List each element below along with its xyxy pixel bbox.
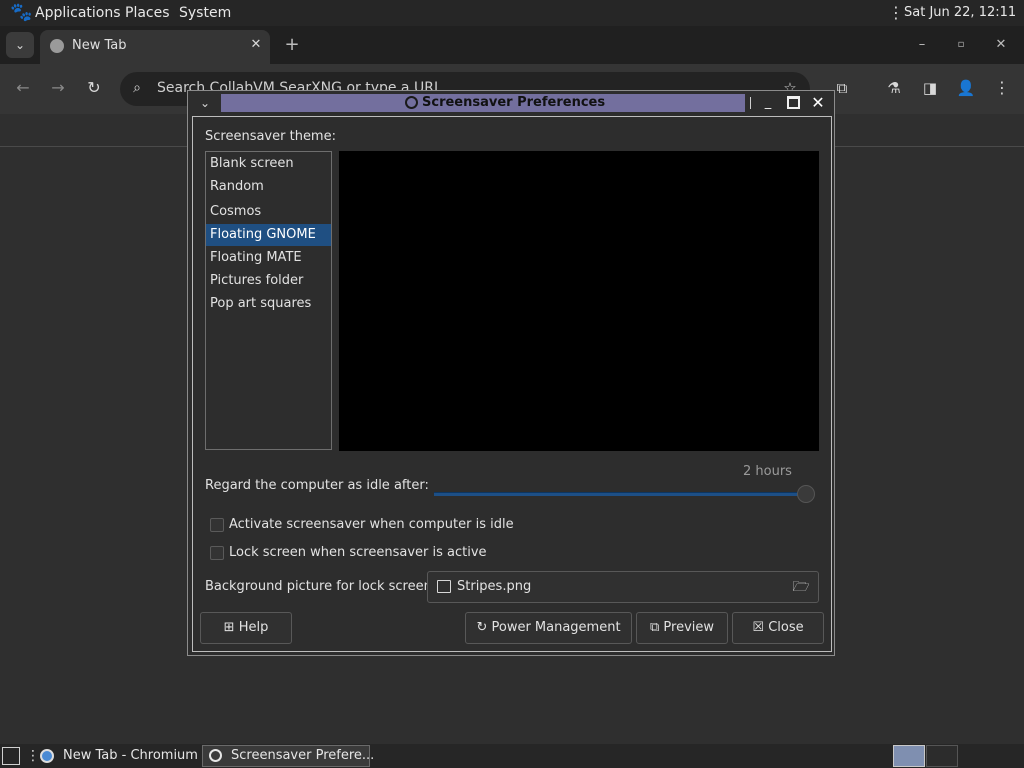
theme-item-floating-mate[interactable]: Floating MATE: [206, 247, 331, 269]
side-panel-icon[interactable]: ◨: [920, 78, 940, 98]
reload-icon[interactable]: ↻: [83, 78, 105, 98]
power-management-button[interactable]: ↻ Power Management: [465, 612, 632, 644]
dialog-minimize-icon[interactable]: _: [760, 94, 776, 112]
dialog-close-icon[interactable]: ✕: [809, 93, 827, 113]
gnome-foot-icon[interactable]: 🐾: [10, 2, 32, 24]
idle-slider-thumb[interactable]: [797, 485, 815, 503]
power-icon: ↻: [476, 620, 488, 635]
theme-item-pictures-folder[interactable]: Pictures folder: [206, 270, 331, 292]
theme-item-pop-art-squares[interactable]: Pop art squares: [206, 293, 331, 315]
help-button-label: Help: [238, 620, 269, 635]
theme-item-floating-gnome[interactable]: Floating GNOME: [206, 224, 331, 246]
workspace-switcher-2[interactable]: [926, 745, 958, 767]
idle-value: 2 hours: [743, 464, 792, 479]
image-file-icon: [437, 580, 451, 593]
bg-picture-label: Background picture for lock screen:: [205, 579, 437, 594]
preview-icon: ⧉: [649, 620, 660, 635]
lock-checkbox[interactable]: [210, 546, 224, 560]
titlebar-separator: [750, 97, 751, 109]
extensions-icon[interactable]: ⧉: [832, 78, 852, 98]
chromium-icon: [40, 749, 54, 763]
system-menu[interactable]: System: [179, 0, 231, 26]
close-x-icon: ☒: [752, 620, 765, 635]
preview-button-label: Preview: [663, 620, 715, 635]
lock-label[interactable]: Lock screen when screensaver is active: [229, 545, 487, 560]
chevron-down-icon: ⌄: [14, 38, 26, 52]
workspace-switcher[interactable]: [893, 745, 925, 767]
power-button-label: Power Management: [491, 620, 621, 635]
globe-icon: [50, 39, 64, 53]
dialog-title-icon: [405, 96, 418, 109]
activate-checkbox[interactable]: [210, 518, 224, 532]
close-tab-icon[interactable]: ✕: [248, 36, 264, 54]
maximize-icon[interactable]: ▫: [951, 36, 971, 54]
theme-label: Screensaver theme:: [205, 129, 336, 144]
screensaver-task-icon: [209, 749, 222, 762]
kebab-menu-icon[interactable]: ⋮: [888, 2, 904, 24]
theme-item-blank-screen[interactable]: Blank screen: [206, 153, 331, 175]
search-icon: ⌕: [133, 80, 141, 96]
new-tab-icon[interactable]: +: [282, 34, 302, 56]
browser-menu-icon[interactable]: ⋮: [992, 78, 1012, 98]
theme-item-cosmos[interactable]: Cosmos: [206, 201, 331, 223]
theme-item-random[interactable]: Random: [206, 176, 331, 198]
help-icon: ⊞: [223, 620, 235, 635]
applications-menu[interactable]: Applications: [35, 0, 121, 26]
idle-slider-track[interactable]: [434, 492, 806, 496]
close-button-label: Close: [768, 620, 804, 635]
close-button[interactable]: ☒ Close: [732, 612, 824, 644]
profile-icon[interactable]: 👤: [956, 78, 976, 98]
preview-button[interactable]: ⧉ Preview: [636, 612, 728, 644]
idle-label: Regard the computer as idle after:: [205, 478, 429, 493]
close-window-icon[interactable]: ✕: [991, 36, 1011, 54]
back-icon[interactable]: ←: [12, 78, 34, 98]
dialog-title: Screensaver Preferences: [422, 95, 606, 110]
dialog-maximize-icon[interactable]: [787, 96, 800, 109]
activate-label[interactable]: Activate screensaver when computer is id…: [229, 517, 514, 532]
tab-title: New Tab: [72, 38, 127, 53]
show-desktop-icon[interactable]: [2, 747, 20, 765]
labs-flask-icon[interactable]: ⚗: [884, 78, 904, 98]
help-button[interactable]: ⊞ Help: [200, 612, 292, 644]
places-menu[interactable]: Places: [125, 0, 170, 26]
clock[interactable]: Sat Jun 22, 12:11 PM: [904, 0, 1024, 46]
minimize-icon[interactable]: –: [912, 36, 932, 54]
open-folder-icon[interactable]: 🗁: [792, 578, 810, 596]
panel-handle-icon[interactable]: ⋮: [26, 745, 40, 767]
taskbar-item-screensaver[interactable]: Screensaver Prefere...: [231, 745, 374, 767]
window-menu-chevron-icon[interactable]: ⌄: [196, 93, 214, 113]
screensaver-preview: [339, 151, 819, 451]
forward-icon[interactable]: →: [47, 78, 69, 98]
bg-file-name: Stripes.png: [457, 579, 532, 594]
taskbar-item-chromium[interactable]: New Tab - Chromium: [63, 745, 198, 767]
